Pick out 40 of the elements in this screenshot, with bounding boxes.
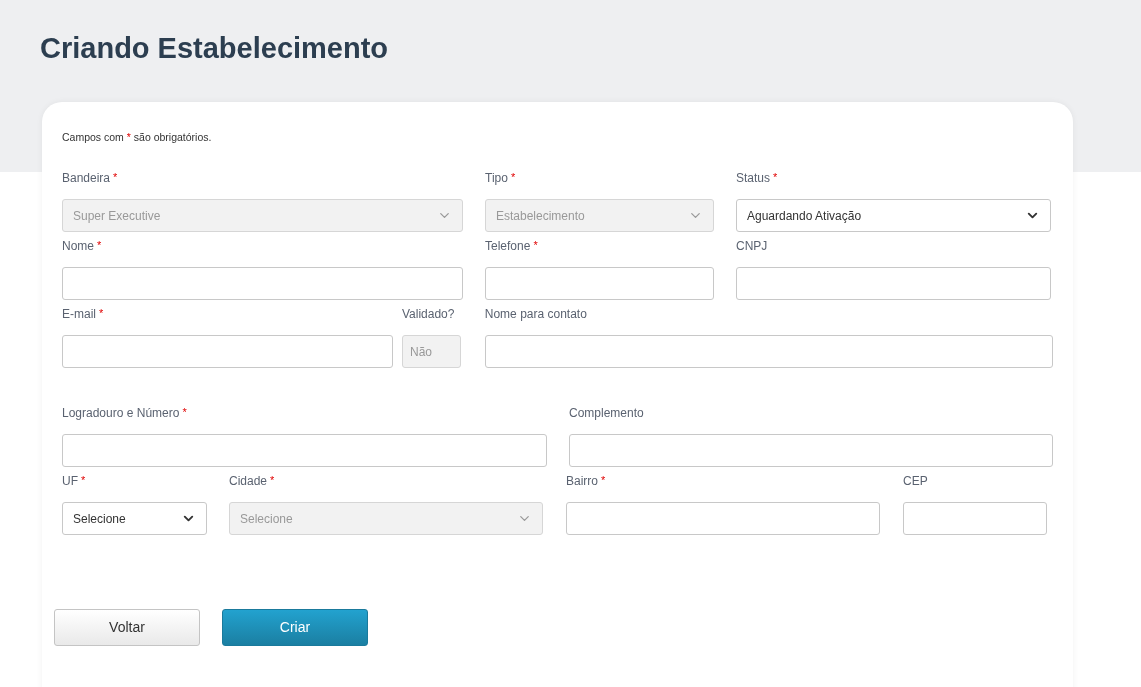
required-asterisk: * [601,473,606,487]
required-asterisk: * [773,170,778,184]
field-label: Telefone [485,238,531,254]
text-input[interactable] [485,267,714,300]
field-label: Nome para contato [484,306,587,322]
text-input[interactable] [569,434,1053,467]
required-note: Campos com * são obrigatórios. [62,130,213,144]
text-input[interactable] [62,434,547,467]
field-label: CNPJ [736,238,768,254]
field-label: Bairro [566,473,598,489]
create-button[interactable]: Criar [222,609,368,646]
required-asterisk: * [81,473,86,487]
field-label: UF [62,473,78,489]
text-input[interactable] [62,335,393,368]
select-field[interactable]: Selecione [62,502,207,535]
required-asterisk: * [182,405,187,419]
field-label: Status [736,170,771,186]
field-label: Nome [62,238,94,254]
text-input[interactable] [62,267,463,300]
field-label: CEP [903,473,928,489]
field-label: Tipo [485,170,508,186]
text-input[interactable] [903,502,1047,535]
required-asterisk: * [99,306,104,320]
text-input[interactable] [566,502,880,535]
field-label: Logradouro e Número [62,405,180,421]
field-label: Complemento [569,405,644,421]
page-title: Criando Estabelecimento [40,31,390,66]
text-input[interactable] [736,267,1051,300]
field-label: Cidade [229,473,268,489]
required-asterisk: * [533,238,538,252]
required-asterisk: * [113,170,118,184]
field-label: E-mail [62,306,96,322]
field-label: Bandeira [62,170,111,186]
select-field[interactable]: Aguardando Ativação [736,199,1051,232]
back-button[interactable]: Voltar [54,609,200,646]
required-asterisk: * [97,238,102,252]
text-input[interactable] [484,335,1053,368]
required-asterisk: * [510,170,516,184]
field-label: Validado? [401,306,455,322]
required-asterisk: * [270,473,275,487]
